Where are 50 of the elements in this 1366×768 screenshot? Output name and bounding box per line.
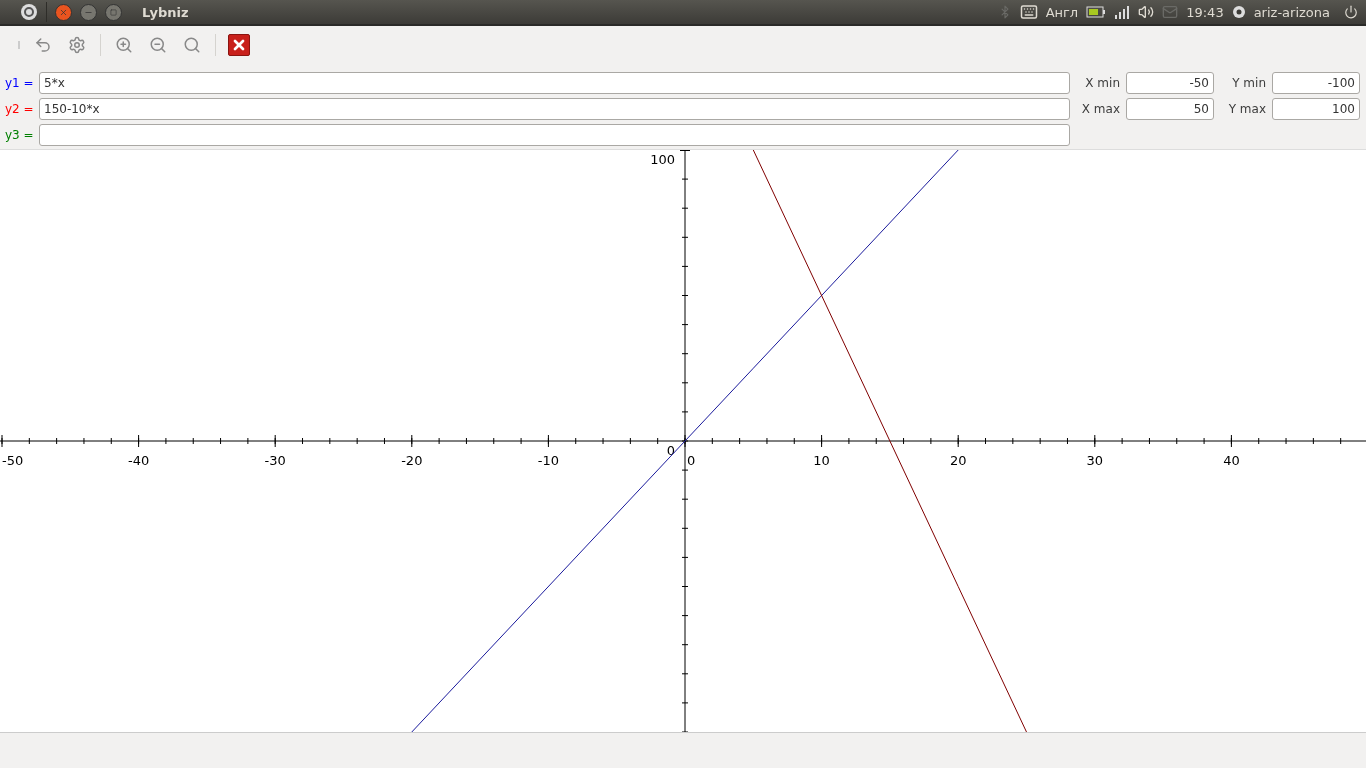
user-name[interactable]: ariz-arizona	[1253, 4, 1330, 20]
clock[interactable]: 19:43	[1186, 4, 1224, 20]
close-icon	[231, 37, 247, 53]
range-label: X max	[1080, 102, 1120, 116]
x-tick-label: -40	[128, 453, 150, 468]
range-label: Y min	[1231, 76, 1266, 90]
range-input[interactable]: -100	[1272, 72, 1360, 94]
function-input[interactable]: 150-10*x	[39, 98, 1070, 120]
window-title: Lybniz	[142, 4, 189, 20]
magnifier-icon	[183, 36, 201, 54]
range-input[interactable]: -50	[1126, 72, 1214, 94]
close-button[interactable]	[228, 34, 250, 56]
function-label: y3 =	[5, 128, 33, 142]
maximize-icon	[110, 8, 117, 16]
x-tick-label: -10	[537, 453, 559, 468]
y-tick-label: 100	[650, 152, 675, 167]
user-icon[interactable]	[1231, 5, 1246, 19]
range-label: X min	[1084, 76, 1120, 90]
range-input[interactable]: 50	[1126, 98, 1214, 120]
power-icon[interactable]	[1344, 5, 1358, 19]
x-tick-label: 0	[687, 453, 696, 468]
x-tick-label: -30	[264, 453, 286, 468]
x-tick-label: -20	[401, 453, 423, 468]
keyboard-layout[interactable]: Англ	[1045, 4, 1079, 20]
volume-icon[interactable]	[1138, 4, 1155, 20]
x-tick-label: 20	[949, 453, 967, 468]
y-tick-label: 0	[666, 443, 675, 458]
function-input[interactable]	[39, 124, 1070, 146]
zoom-in-icon	[115, 36, 133, 54]
close-window-button[interactable]	[55, 3, 72, 21]
function-input[interactable]: 5*x	[39, 72, 1070, 94]
function-label: y1 =	[5, 76, 33, 90]
x-tick-label: 30	[1086, 453, 1104, 468]
x-tick-label: -50	[2, 453, 24, 468]
keyboard-icon[interactable]	[1019, 3, 1038, 21]
signal-icon[interactable]	[1114, 5, 1131, 19]
minimize-button[interactable]	[80, 3, 97, 21]
battery-icon[interactable]	[1086, 6, 1107, 18]
maximize-button[interactable]	[105, 3, 122, 21]
gear-icon	[68, 36, 86, 54]
x-tick-label: 40	[1223, 453, 1240, 468]
range-input[interactable]: 100	[1272, 98, 1360, 120]
zoom-out-icon	[149, 36, 167, 54]
function-label: y2 =	[5, 102, 33, 116]
x-tick-label: 10	[813, 453, 830, 468]
range-label: Y max	[1227, 102, 1266, 116]
mail-icon[interactable]	[1162, 4, 1179, 20]
ubuntu-logo-icon[interactable]	[20, 3, 38, 21]
close-icon	[59, 7, 68, 17]
undo-icon	[34, 36, 52, 54]
